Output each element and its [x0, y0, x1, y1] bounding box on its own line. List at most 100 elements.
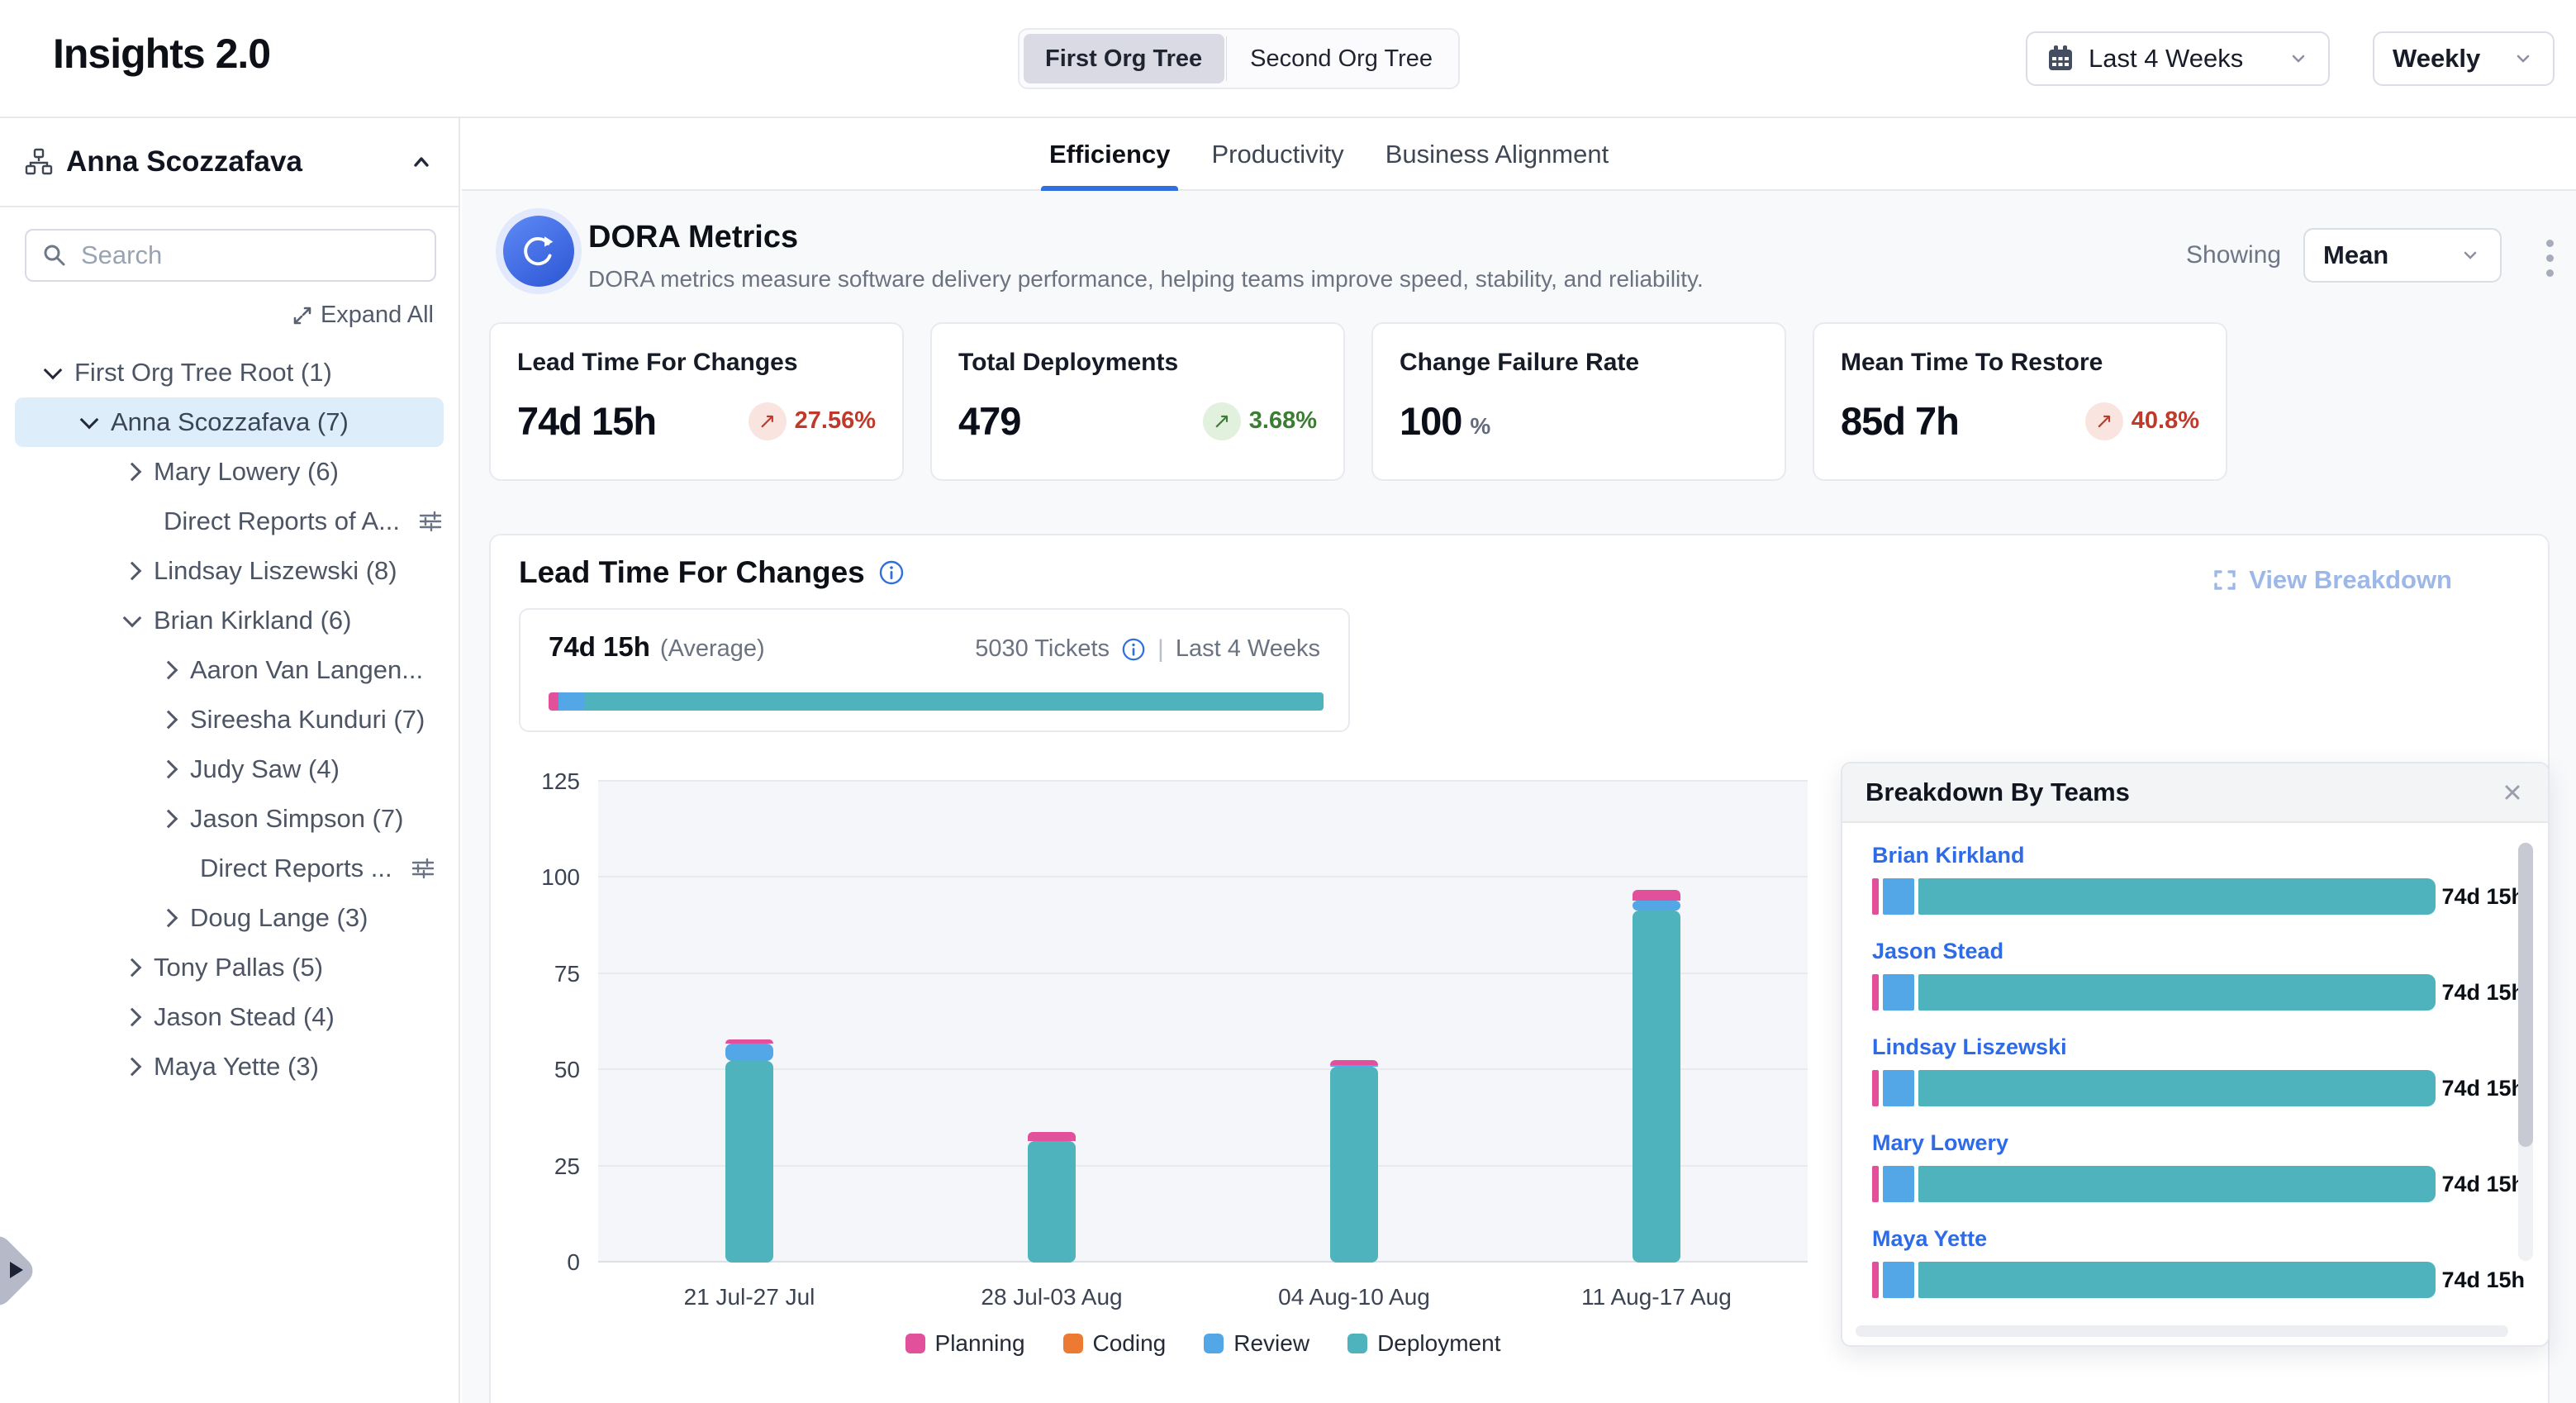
- tab-business-alignment[interactable]: Business Alignment: [1385, 118, 1609, 191]
- expand-all-button[interactable]: Expand All: [291, 302, 434, 329]
- team-name-link[interactable]: Jason Stead: [1872, 939, 2474, 964]
- review-segment: [1883, 1262, 1914, 1298]
- stacked-bar: [1028, 782, 1076, 1263]
- info-icon[interactable]: [1121, 637, 1146, 662]
- panel-title: Breakdown By Teams: [1865, 778, 2130, 807]
- team-name-link[interactable]: Brian Kirkland: [1872, 843, 2474, 868]
- review-segment: [1883, 1166, 1914, 1202]
- chevron-right-icon[interactable]: [123, 1008, 142, 1027]
- tab-efficiency[interactable]: Efficiency: [1049, 118, 1170, 191]
- metric-unit: %: [1470, 413, 1490, 440]
- granularity-value: Weekly: [2393, 44, 2480, 74]
- tree-item-maya-yette[interactable]: Maya Yette (3): [0, 1042, 459, 1091]
- dora-menu-kebab-icon[interactable]: [2546, 240, 2554, 277]
- planning-segment: [549, 692, 558, 711]
- stacked-bar: [1633, 782, 1680, 1263]
- tree-item-tony-pallas[interactable]: Tony Pallas (5): [0, 943, 459, 992]
- y-tick-label: 125: [541, 768, 580, 795]
- panel-header: Breakdown By Teams: [1842, 763, 2548, 823]
- chevron-right-icon[interactable]: [123, 958, 142, 977]
- planning-segment: [1872, 878, 1879, 915]
- metric-card-mean-time-to-restore: Mean Time To Restore 85d 7h ↗40.8%: [1813, 322, 2227, 481]
- org-chart-icon: [25, 148, 53, 176]
- org-tree-toggle: First Org Tree Second Org Tree: [1018, 28, 1460, 89]
- deployment-segment: [585, 692, 1324, 711]
- team-value: 74d 15h: [2441, 1172, 2525, 1197]
- summary-period: Last 4 Weeks: [1176, 635, 1320, 663]
- team-name-link[interactable]: Mary Lowery: [1872, 1130, 2474, 1156]
- filter-sliders-icon[interactable]: [418, 509, 443, 534]
- tree-item-sireesha-kunduri[interactable]: Sireesha Kunduri (7): [0, 695, 459, 744]
- tab-productivity[interactable]: Productivity: [1211, 118, 1343, 191]
- tree-item-jason-stead[interactable]: Jason Stead (4): [0, 992, 459, 1042]
- team-name-link[interactable]: Lindsay Liszewski: [1872, 1034, 2474, 1060]
- active-tab-underline: [1041, 186, 1178, 191]
- gridline: [598, 780, 1808, 782]
- team-value: 74d 15h: [2441, 1076, 2525, 1101]
- team-row-brian-kirkland: Brian Kirkland 74d 15h: [1872, 843, 2474, 915]
- dora-metrics-subtitle: DORA metrics measure software delivery p…: [588, 266, 1704, 292]
- planning-segment: [1872, 1262, 1879, 1298]
- chevron-right-icon[interactable]: [123, 463, 142, 482]
- sidebar-header: Anna Scozzafava: [0, 118, 459, 207]
- panel-scrollbar-thumb[interactable]: [2518, 843, 2533, 1147]
- chevron-right-icon[interactable]: [159, 909, 178, 928]
- filter-sliders-icon[interactable]: [411, 856, 435, 881]
- arrow-up-right-icon: ↗: [2085, 402, 2123, 440]
- tree-item-judy-saw[interactable]: Judy Saw (4): [0, 744, 459, 794]
- granularity-select[interactable]: Weekly: [2373, 31, 2555, 86]
- tree-item-direct-reports[interactable]: Direct Reports ...: [0, 844, 459, 893]
- legend-item[interactable]: Coding: [1063, 1330, 1167, 1357]
- chart-y-axis: 0255075100125: [522, 782, 580, 1263]
- tree-item-doug-lange[interactable]: Doug Lange (3): [0, 893, 459, 943]
- chevron-right-icon[interactable]: [159, 711, 178, 730]
- legend-label: Deployment: [1377, 1330, 1500, 1357]
- dora-metrics-title: DORA Metrics: [588, 220, 798, 255]
- metric-value: 100: [1400, 398, 1461, 444]
- team-value: 74d 15h: [2441, 884, 2525, 910]
- legend-item[interactable]: Review: [1204, 1330, 1309, 1357]
- tree-item-first-org-tree-root[interactable]: First Org Tree Root (1): [0, 348, 459, 397]
- chevron-right-icon[interactable]: [123, 562, 142, 581]
- app-title: Insights 2.0: [53, 30, 270, 78]
- stacked-bar: [725, 782, 773, 1263]
- gridline: [598, 1165, 1808, 1167]
- legend-swatch: [905, 1334, 925, 1353]
- date-range-select[interactable]: Last 4 Weeks: [2026, 31, 2330, 86]
- search-input[interactable]: [79, 240, 420, 271]
- chevron-down-icon[interactable]: [80, 411, 99, 430]
- team-name-link[interactable]: Maya Yette: [1872, 1226, 2474, 1252]
- legend-item[interactable]: Deployment: [1347, 1330, 1500, 1357]
- close-icon[interactable]: [2500, 780, 2525, 805]
- average-summary-card: 74d 15h (Average) 5030 Tickets | Last 4 …: [519, 608, 1350, 732]
- tree-item-brian-kirkland[interactable]: Brian Kirkland (6): [0, 596, 459, 645]
- chevron-right-icon[interactable]: [159, 760, 178, 779]
- legend-item[interactable]: Planning: [905, 1330, 1025, 1357]
- calendar-icon: [2046, 44, 2075, 74]
- tree-item-direct-reports-of-anna[interactable]: Direct Reports of A...: [0, 497, 459, 546]
- panel-horizontal-scrollbar[interactable]: [1856, 1325, 2508, 1337]
- planning-segment: [1633, 890, 1680, 901]
- team-value: 74d 15h: [2441, 1267, 2525, 1293]
- tree-item-aaron-van-langen[interactable]: Aaron Van Langen...: [0, 645, 459, 695]
- dora-metrics-icon: [496, 208, 582, 294]
- planning-segment: [1872, 974, 1879, 1011]
- tree-item-anna-scozzafava[interactable]: Anna Scozzafava (7): [15, 397, 444, 447]
- chevron-right-icon[interactable]: [159, 661, 178, 680]
- aggregation-select[interactable]: Mean: [2303, 228, 2502, 283]
- info-icon[interactable]: [878, 559, 905, 586]
- legend-swatch: [1063, 1334, 1083, 1353]
- chevron-up-icon[interactable]: [409, 150, 434, 174]
- view-breakdown-button[interactable]: View Breakdown: [2212, 565, 2452, 595]
- chevron-right-icon[interactable]: [159, 810, 178, 829]
- toggle-first-org-tree[interactable]: First Org Tree: [1024, 34, 1224, 83]
- chevron-down-icon[interactable]: [123, 609, 142, 628]
- chevron-right-icon[interactable]: [123, 1058, 142, 1077]
- tree-item-mary-lowery[interactable]: Mary Lowery (6): [0, 447, 459, 497]
- expand-icon: [291, 304, 314, 327]
- toggle-second-org-tree[interactable]: Second Org Tree: [1229, 34, 1454, 83]
- y-tick-label: 0: [567, 1249, 580, 1276]
- chevron-down-icon[interactable]: [44, 361, 63, 380]
- tree-item-lindsay-liszewski[interactable]: Lindsay Liszewski (8): [0, 546, 459, 596]
- tree-item-jason-simpson[interactable]: Jason Simpson (7): [0, 794, 459, 844]
